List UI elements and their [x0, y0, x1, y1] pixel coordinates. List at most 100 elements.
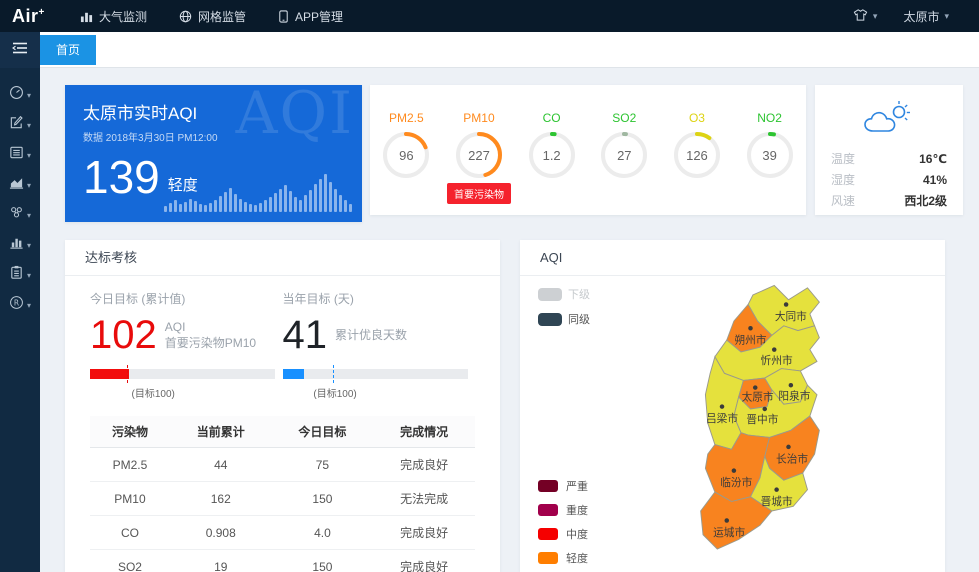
mini-bar: [284, 185, 287, 212]
table-header: 当前累计: [170, 416, 272, 448]
mini-bar: [339, 195, 342, 212]
topbar-menu-label: 网格监管: [198, 8, 246, 25]
today-goal-block: 今日目标 (累计值) 102 AQI 首要污染物PM10 (目标100): [90, 290, 283, 400]
sidebar-item-registered[interactable]: R ▾: [0, 290, 40, 320]
gauge-ring: 96: [381, 130, 431, 180]
year-progress-bar: [283, 369, 468, 379]
table-row: PM10162150无法完成: [90, 482, 475, 516]
legend-item-同级[interactable]: 同级: [538, 311, 590, 327]
legend-label: 轻度: [566, 550, 588, 566]
chevron-down-icon: ▾: [27, 211, 31, 220]
sidebar-items: ▾ ▾ ▾ ▾ ▾ ▾ ▾: [0, 68, 40, 320]
aqi-legend-item-中度[interactable]: 中度: [538, 526, 588, 542]
gauge-ring: 39: [745, 130, 795, 180]
aqi-watermark: AQI: [236, 85, 354, 147]
chevron-down-icon: ▾: [27, 121, 31, 130]
pollutant-name: PM10: [447, 111, 511, 125]
city-marker-临汾市: [732, 468, 737, 473]
city-marker-忻州市: [772, 347, 777, 352]
city-marker-晋中市: [762, 407, 767, 412]
table-cell: 完成良好: [373, 448, 475, 482]
aqi-legend-item-严重[interactable]: 严重: [538, 478, 588, 494]
table-cell: 150: [272, 482, 374, 516]
edit-icon: [9, 115, 24, 135]
table-cell: CO: [90, 516, 170, 550]
sidebar-item-edit[interactable]: ▾: [0, 110, 40, 140]
legend-label: 重度: [566, 502, 588, 518]
aqi-legend-item-轻度[interactable]: 轻度: [538, 550, 588, 566]
aqi-legend-item-重度[interactable]: 重度: [538, 502, 588, 518]
mini-bar: [254, 205, 257, 212]
table-header: 完成情况: [373, 416, 475, 448]
mini-bar: [309, 190, 312, 212]
mini-bar: [274, 193, 277, 212]
chevron-down-icon: ▾: [27, 241, 31, 250]
pollutant-value: 227: [454, 130, 504, 180]
mini-bar: [234, 194, 237, 212]
sidebar-item-report[interactable]: ▾: [0, 260, 40, 290]
table-cell: 44: [170, 448, 272, 482]
tab-home[interactable]: 首页: [40, 35, 96, 65]
city-selector[interactable]: 太原市 ▾: [903, 8, 949, 25]
today-progress-fill: [90, 369, 129, 379]
gauge-ring: 126: [672, 130, 722, 180]
mini-bar: [169, 203, 172, 212]
mini-bar: [349, 204, 352, 212]
mini-bar: [299, 200, 302, 212]
province-map[interactable]: 大同市朔州市忻州市太原市阳泉市晋中市吕梁市临汾市长治市晋城市运城市: [620, 276, 900, 568]
sidebar-item-nodes[interactable]: ▾: [0, 200, 40, 230]
topbar-menu-air-monitor[interactable]: 大气监测: [64, 0, 163, 32]
sidebar-toggle-button[interactable]: [0, 32, 40, 68]
tab-home-label: 首页: [56, 41, 80, 58]
app-screen: Air+ 大气监测 网格监管 APP管理 ▾: [0, 0, 979, 572]
table-cell: 完成良好: [373, 516, 475, 550]
topbar-menu-grid-supervision[interactable]: 网格监管: [163, 0, 262, 32]
topbar-menu-label: 大气监测: [99, 8, 147, 25]
today-goal-value-row: 102 AQI 首要污染物PM10: [90, 313, 283, 357]
mini-bar: [189, 199, 192, 212]
clipboard-icon: [9, 265, 24, 285]
legend-label: 下级: [568, 286, 590, 302]
today-goal-label: 今日目标 (累计值): [90, 290, 283, 307]
city-label-晋城市: 晋城市: [761, 495, 793, 508]
svg-text:R: R: [14, 298, 19, 307]
menu-toggle-icon: [12, 41, 28, 59]
assessment-card-title: 达标考核: [65, 240, 500, 276]
gauge-ring: 227: [454, 130, 504, 180]
city-label-朔州市: 朔州市: [734, 334, 766, 347]
tshirt-icon: [853, 8, 868, 25]
mini-bar: [174, 200, 177, 212]
topbar-menu-label: APP管理: [295, 8, 343, 25]
weather-row: 温度 16℃: [831, 149, 947, 170]
sidebar-item-bar-chart[interactable]: ▾: [0, 230, 40, 260]
sidebar-item-dashboard[interactable]: ▾: [0, 80, 40, 110]
legend-swatch: [538, 480, 558, 492]
pollutant-value: 39: [745, 130, 795, 180]
mini-bar: [204, 205, 207, 212]
legend-label: 同级: [568, 311, 590, 327]
weather-value: 西北2级: [904, 191, 947, 212]
today-goal-value: 102: [90, 315, 157, 355]
mini-bar: [259, 203, 262, 212]
sidebar: ▾ ▾ ▾ ▾ ▾ ▾ ▾: [0, 32, 40, 572]
chevron-down-icon: ▾: [27, 271, 31, 280]
legend-swatch: [538, 528, 558, 540]
sidebar-item-area-chart[interactable]: ▾: [0, 170, 40, 200]
year-progress-fill: [283, 369, 304, 379]
topbar: Air+ 大气监测 网格监管 APP管理 ▾: [0, 0, 979, 32]
mini-bar: [209, 203, 212, 212]
theme-switcher[interactable]: ▾: [853, 8, 878, 25]
cloud-sun-icon: [831, 99, 947, 139]
mini-bar: [164, 206, 167, 212]
list-icon: [9, 145, 24, 165]
gauge-icon: [9, 85, 24, 105]
mini-bar: [179, 204, 182, 212]
mini-bar: [289, 191, 292, 212]
topbar-right: ▾ 太原市 ▾: [853, 8, 979, 25]
year-target-label: (目标100): [283, 385, 476, 400]
topbar-menu-app-manage[interactable]: APP管理: [262, 0, 359, 32]
sidebar-item-list[interactable]: ▾: [0, 140, 40, 170]
table-header: 今日目标: [272, 416, 374, 448]
mini-bar: [334, 189, 337, 212]
legend-item-下级[interactable]: 下级: [538, 286, 590, 302]
